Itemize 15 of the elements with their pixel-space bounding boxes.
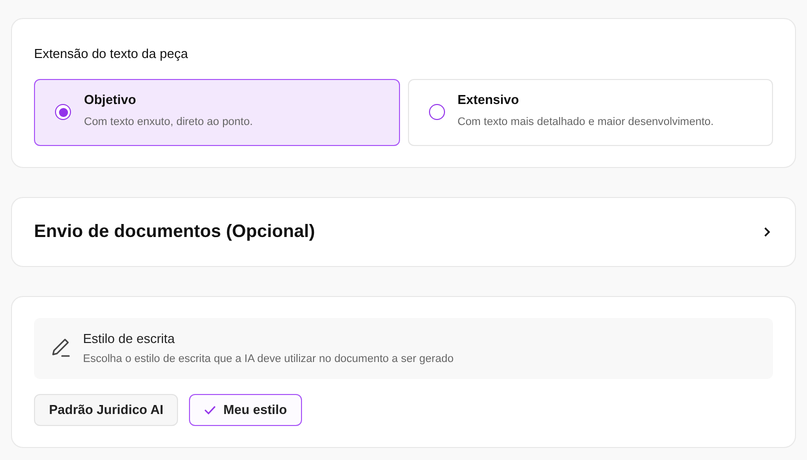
check-icon bbox=[204, 404, 216, 414]
option-card[interactable]: Extensivo Com texto mais detalhado e maior desenvolvimento. bbox=[408, 78, 773, 146]
option-description: Com texto mais detalhado e maior desenvolvimento. bbox=[458, 115, 714, 130]
radio-icon bbox=[428, 104, 444, 120]
radio-icon bbox=[55, 104, 71, 120]
option-description: Com texto enxuto, direto ao ponto. bbox=[84, 115, 253, 130]
option-label: Extensivo bbox=[458, 90, 520, 108]
option-card[interactable]: Objetivo Com texto enxuto, direto ao ponto. bbox=[34, 78, 400, 146]
style-option-button[interactable]: Padrão Juridico AI bbox=[34, 394, 178, 426]
style-title: Estilo de escrita bbox=[83, 330, 176, 348]
section-title: Extensão do texto da peça bbox=[34, 45, 189, 63]
documents-accordion[interactable]: Envio de documentos (Opcional) bbox=[11, 196, 796, 266]
style-description: Escolha o estilo de escrita que a IA deve utilizar no documento a ser gerado bbox=[83, 352, 454, 366]
style-option-button[interactable]: Meu estilo bbox=[189, 394, 302, 426]
option-label: Objetivo bbox=[84, 90, 138, 109]
